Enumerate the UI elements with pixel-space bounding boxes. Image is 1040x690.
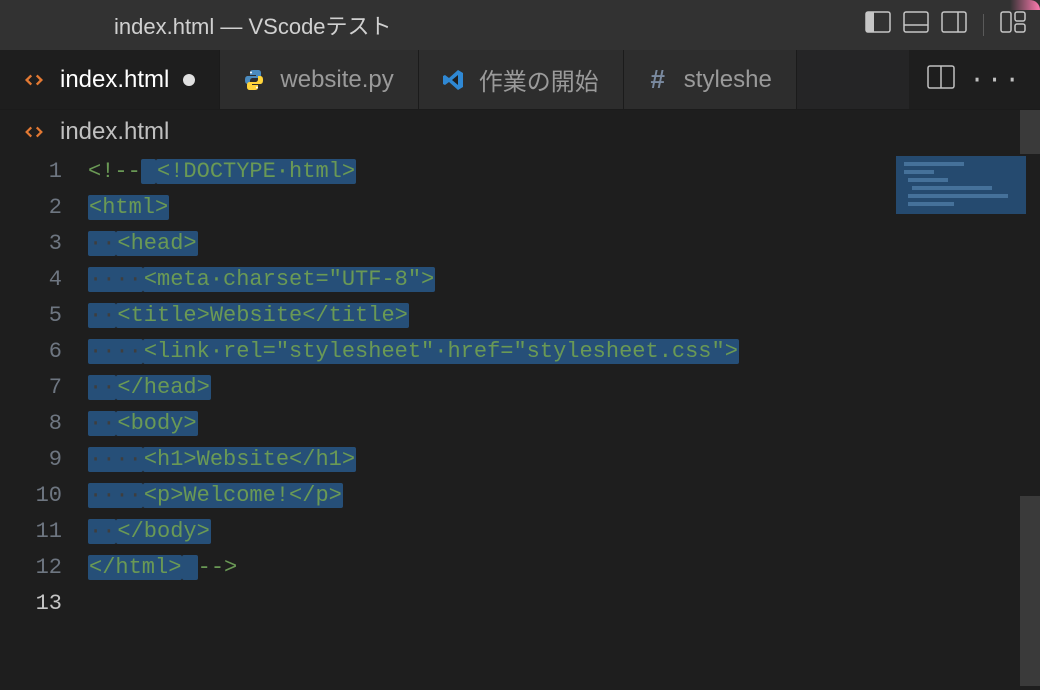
line-number: 1 (0, 154, 62, 190)
panel-left-icon[interactable] (865, 11, 891, 39)
code-area[interactable]: <!-- <!DOCTYPE·html><html>··<head>····<m… (88, 154, 739, 622)
tab-bar: index.html website.py 作業の開始 # styleshe ·… (0, 50, 1040, 110)
breadcrumb[interactable]: index.html (0, 110, 1040, 154)
line-number-gutter: 12345678910111213 (0, 154, 88, 622)
line-number: 7 (0, 370, 62, 406)
code-line[interactable]: ··<body> (88, 406, 739, 442)
tab-作業の開始[interactable]: 作業の開始 (419, 50, 624, 109)
split-editor-icon[interactable] (927, 65, 955, 94)
tab-index.html[interactable]: index.html (0, 50, 220, 109)
code-line[interactable]: ····<link·rel="stylesheet"·href="stylesh… (88, 334, 739, 370)
line-number: 6 (0, 334, 62, 370)
tab-actions: ··· (909, 50, 1040, 109)
layout-controls (865, 11, 1026, 39)
tab-label: index.html (60, 66, 169, 94)
code-line[interactable] (88, 586, 739, 622)
breadcrumb-file: index.html (60, 118, 169, 146)
tab-label: 作業の開始 (479, 62, 599, 97)
html-file-icon (22, 120, 46, 144)
minimap[interactable] (896, 156, 1026, 214)
python-file-icon (242, 68, 266, 92)
scrollbar-mark (1020, 110, 1040, 154)
line-number: 3 (0, 226, 62, 262)
editor[interactable]: 12345678910111213 <!-- <!DOCTYPE·html><h… (0, 154, 1040, 622)
line-number: 9 (0, 442, 62, 478)
code-line[interactable]: ····<meta·charset="UTF-8"> (88, 262, 739, 298)
code-line[interactable]: <html> (88, 190, 739, 226)
layout-divider (983, 14, 984, 36)
tab-label: website.py (280, 66, 393, 94)
line-number: 13 (0, 586, 62, 622)
code-line[interactable]: ··<head> (88, 226, 739, 262)
line-number: 8 (0, 406, 62, 442)
title-bar: index.html — VScodeテスト (0, 0, 1040, 50)
code-line[interactable]: ··</head> (88, 370, 739, 406)
code-line[interactable]: <!-- <!DOCTYPE·html> (88, 154, 739, 190)
vertical-scrollbar[interactable] (1020, 110, 1040, 690)
code-line[interactable]: ····<h1>Website</h1> (88, 442, 739, 478)
window-title: index.html — VScodeテスト (114, 9, 392, 41)
panel-bottom-icon[interactable] (903, 11, 929, 39)
window-corner-decoration (1010, 0, 1040, 10)
code-line[interactable]: </html> --> (88, 550, 739, 586)
code-line[interactable]: ··</body> (88, 514, 739, 550)
line-number: 12 (0, 550, 62, 586)
more-actions-icon[interactable]: ··· (969, 65, 1022, 95)
line-number: 11 (0, 514, 62, 550)
panel-right-icon[interactable] (941, 11, 967, 39)
vscode-file-icon (441, 68, 465, 92)
code-line[interactable]: ····<p>Welcome!</p> (88, 478, 739, 514)
hash-file-icon: # (646, 68, 670, 92)
tab-styleshe[interactable]: # styleshe (624, 50, 797, 109)
scrollbar-thumb[interactable] (1020, 496, 1040, 686)
line-number: 4 (0, 262, 62, 298)
line-number: 10 (0, 478, 62, 514)
code-line[interactable]: ··<title>Website</title> (88, 298, 739, 334)
tab-website.py[interactable]: website.py (220, 50, 418, 109)
html-file-icon (22, 68, 46, 92)
tab-label: styleshe (684, 66, 772, 94)
line-number: 5 (0, 298, 62, 334)
line-number: 2 (0, 190, 62, 226)
customize-layout-icon[interactable] (1000, 11, 1026, 39)
dirty-indicator-icon (183, 74, 195, 86)
